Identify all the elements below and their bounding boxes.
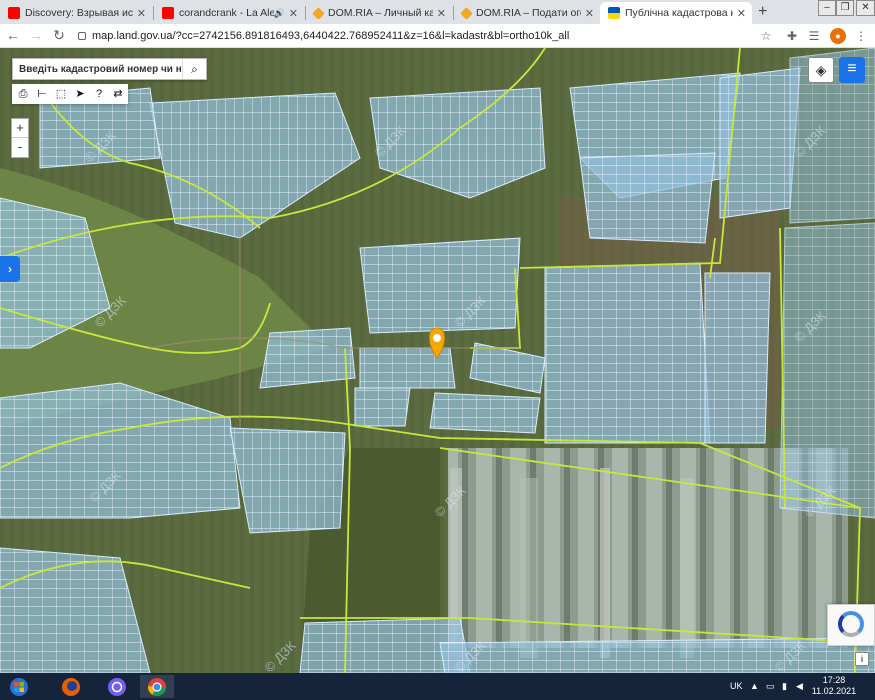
close-icon[interactable]: ✕ (737, 7, 746, 20)
search-input[interactable] (13, 59, 181, 79)
tab-title: Публічна кадастрова карта (625, 7, 733, 19)
recaptcha-icon (838, 611, 864, 637)
tab-title: DOM.RIA – Подати оголошення (476, 7, 581, 19)
battery-icon[interactable]: ▮ (782, 681, 787, 692)
speaker-icon[interactable]: 🔊 (274, 8, 285, 19)
zoom-in-button[interactable]: + (12, 119, 28, 138)
tab-cadastral-map[interactable]: Публічна кадастрова карта ✕ (600, 2, 752, 24)
language-indicator[interactable]: UK (730, 681, 743, 691)
tab-title: corandcrank - La Alegría (179, 7, 274, 19)
menu-icon[interactable]: ≡ (839, 57, 865, 83)
map-toolbar: ⎙ ⊢ ⬚ ➤ ? ⇄ (12, 84, 128, 104)
close-window-button[interactable]: ✕ (856, 0, 875, 16)
windows-start-icon[interactable] (2, 675, 36, 698)
zoom-out-button[interactable]: - (12, 138, 28, 157)
lock-icon (78, 32, 86, 40)
extensions-icon[interactable]: ✚ (784, 28, 800, 44)
layers-icon[interactable]: ◈ (808, 57, 834, 83)
forward-button[interactable]: → (27, 27, 45, 43)
tray-chevron-icon[interactable]: ▲ (750, 681, 759, 691)
reload-button[interactable]: ↻ (50, 27, 68, 44)
firefox-icon[interactable] (54, 675, 88, 698)
tab-title: DOM.RIA – Личный кабинет (328, 7, 433, 19)
minimize-button[interactable]: – (818, 0, 836, 16)
close-icon[interactable]: ✕ (585, 7, 594, 20)
route-icon[interactable]: ⇄ (109, 86, 127, 102)
zoom-control: + - (11, 118, 29, 158)
recaptcha-badge[interactable] (827, 604, 875, 646)
map-canvas[interactable]: © ДЗК © ДЗК © ДЗК © ДЗК © ДЗК © ДЗК © ДЗ… (0, 48, 875, 673)
tab-domria-post[interactable]: DOM.RIA – Подати оголошення ✕ (454, 2, 600, 24)
restore-button[interactable]: ❐ (836, 0, 854, 16)
close-icon[interactable]: ✕ (289, 7, 298, 20)
clock-time: 17:28 (822, 675, 846, 685)
network-icon[interactable]: ▭ (766, 681, 775, 692)
address-bar[interactable]: map.land.gov.ua/?cc=2742156.891816493,64… (78, 27, 778, 45)
tab-corandcrank[interactable]: corandcrank - La Alegría 🔊 ✕ (154, 2, 304, 24)
printer-icon[interactable]: ⎙ (14, 86, 32, 102)
help-icon[interactable]: ? (90, 86, 108, 102)
bookmark-star-icon[interactable]: ☆ (758, 28, 774, 44)
tab-title: Discovery: Взрывая историю (25, 7, 133, 19)
new-tab-button[interactable]: + (758, 3, 767, 21)
domria-icon (460, 6, 473, 20)
volume-icon[interactable]: ◀ (796, 681, 803, 692)
side-panel-toggle[interactable]: › (0, 256, 20, 282)
youtube-icon (162, 7, 174, 19)
cadastral-map[interactable]: © ДЗК © ДЗК © ДЗК © ДЗК © ДЗК © ДЗК © ДЗ… (0, 48, 875, 673)
chrome-icon[interactable] (140, 675, 174, 698)
close-icon[interactable]: ✕ (437, 7, 446, 20)
browser-toolbar: ← → ↻ map.land.gov.ua/?cc=2742156.891816… (0, 24, 875, 48)
close-icon[interactable]: ✕ (137, 7, 146, 20)
youtube-icon (8, 7, 20, 19)
measure-area-icon[interactable]: ⬚ (52, 86, 70, 102)
ukraine-emblem-icon (608, 7, 620, 19)
windows-taskbar: UK ▲ ▭ ▮ ◀ 17:28 11.02.2021 (0, 673, 875, 700)
tab-strip: Discovery: Взрывая историю ✕ corandcrank… (0, 0, 875, 24)
tab-discovery[interactable]: Discovery: Взрывая историю ✕ (0, 2, 152, 24)
viber-icon[interactable] (100, 675, 134, 698)
measure-distance-icon[interactable]: ⊢ (33, 86, 51, 102)
clock-date: 11.02.2021 (811, 686, 857, 696)
menu-kebab-icon[interactable]: ⋮ (853, 28, 869, 44)
back-button[interactable]: ← (4, 27, 22, 43)
search-icon[interactable]: ⌕ (182, 59, 206, 79)
domria-icon (312, 6, 325, 20)
system-clock[interactable]: 17:28 11.02.2021 (808, 675, 860, 697)
reading-list-icon[interactable]: ☰ (806, 28, 822, 44)
tab-domria-cabinet[interactable]: DOM.RIA – Личный кабинет ✕ (306, 2, 452, 24)
pointer-icon[interactable]: ➤ (71, 86, 89, 102)
cadastral-search[interactable]: ⌕ (12, 58, 207, 80)
attribution-info-icon[interactable]: i (855, 652, 869, 666)
profile-avatar[interactable]: ● (830, 28, 846, 44)
address-text: map.land.gov.ua/?cc=2742156.891816493,64… (92, 30, 570, 42)
